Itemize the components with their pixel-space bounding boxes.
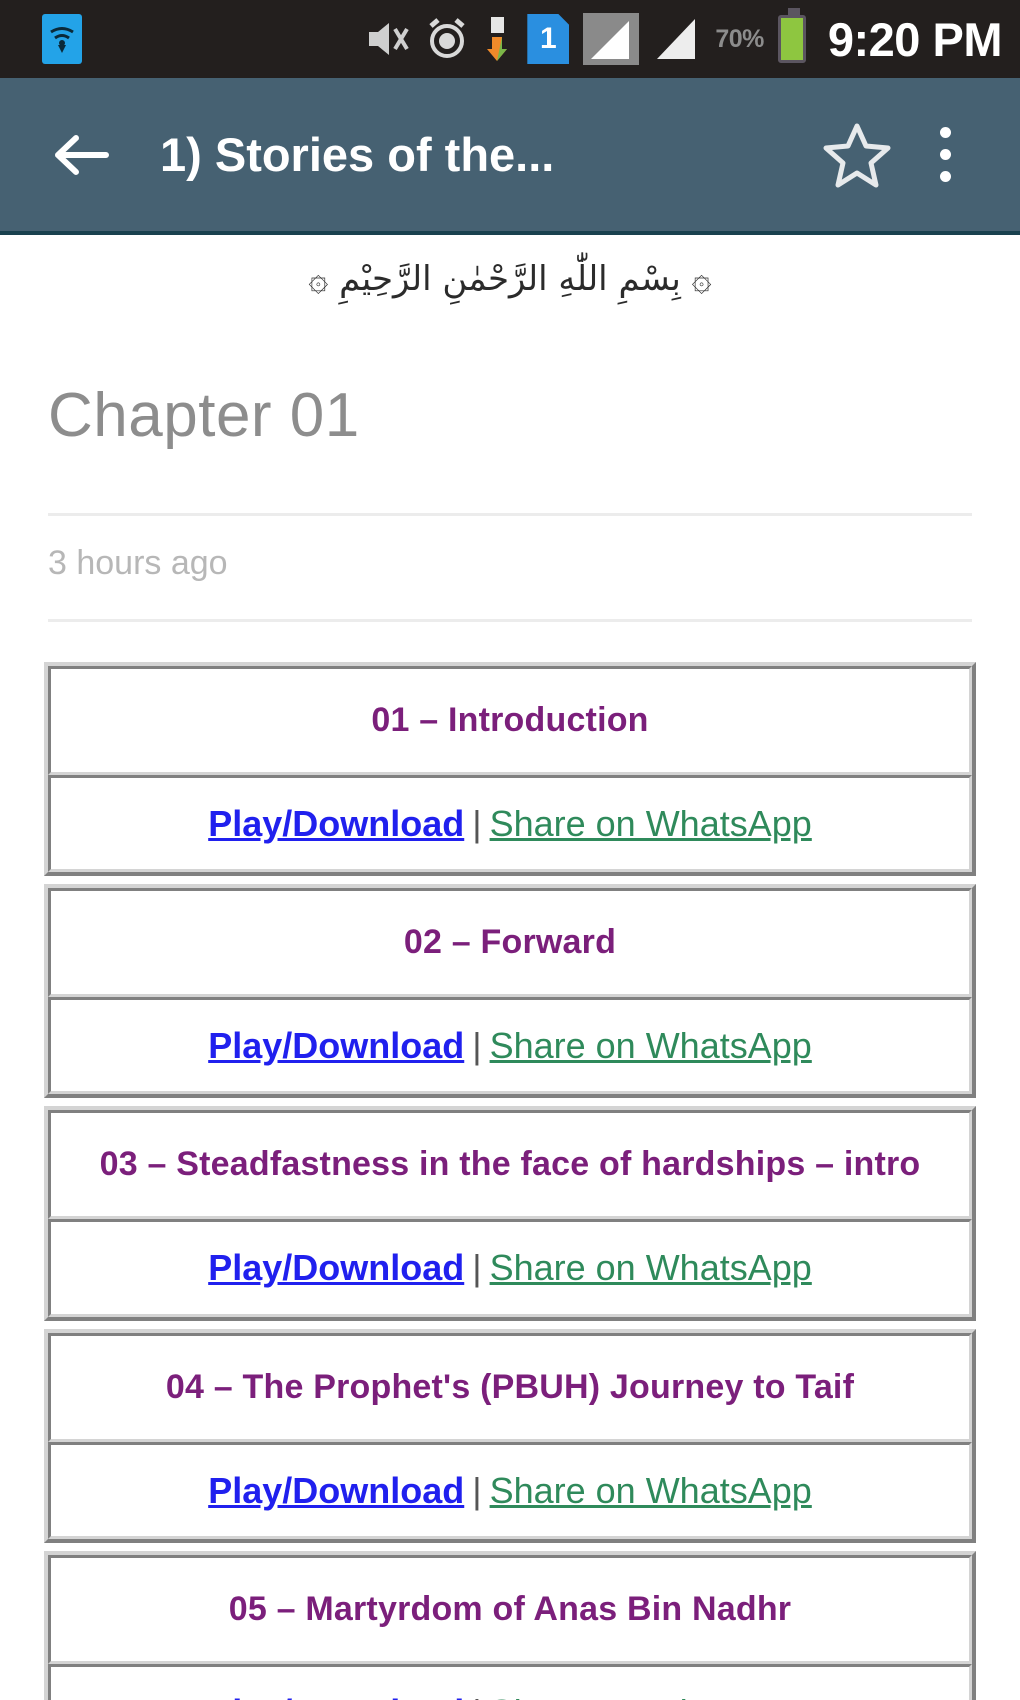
play-download-link[interactable]: Play/Download [208,1692,464,1700]
page-title: 1) Stories of the... [160,128,555,181]
table-row: Play/Download|Share on WhatsApp [48,774,972,873]
download-icon [483,15,513,63]
post-timestamp: 3 hours ago [48,543,228,582]
play-download-link[interactable]: Play/Download [208,803,464,844]
favorite-star-icon[interactable] [822,120,892,190]
signal-active-icon [653,15,701,63]
share-whatsapp-link[interactable]: Share on WhatsApp [490,1025,812,1066]
bismillah-text: ۞ بِسْمِ اللّٰهِ الرَّحْمٰنِ الرَّحِيْمِ… [308,259,712,299]
overflow-dot [939,171,951,182]
audio-title: 01 – Introduction [48,665,972,775]
status-bar-left [0,14,82,64]
link-separator: | [472,1247,482,1289]
alarm-icon [425,17,469,61]
app-bar: 1) Stories of the... [0,78,1020,235]
audio-title: 05 – Martyrdom of Anas Bin Nadhr [48,1554,972,1664]
audio-title: 02 – Forward [48,888,972,998]
sim-card-1-icon: 1 [527,14,570,64]
list-item: 04 – The Prophet's (PBUH) Journey to Tai… [44,1328,976,1543]
table-row: 02 – Forward [48,888,972,998]
overflow-dot [939,149,951,160]
table-row: 01 – Introduction [48,665,972,775]
page-content: ۞ بِسْمِ اللّٰهِ الرَّحْمٰنِ الرَّحِيْمِ… [0,235,1020,1700]
table-row: Play/Download|Share on WhatsApp [48,1663,972,1700]
table-row: Play/Download|Share on WhatsApp [48,1219,972,1317]
table-row: 05 – Martyrdom of Anas Bin Nadhr [48,1554,972,1664]
play-download-link[interactable]: Play/Download [208,1470,464,1511]
wifi-calling-icon [42,14,82,64]
mute-icon [365,19,411,59]
play-download-link[interactable]: Play/Download [208,1025,464,1066]
share-whatsapp-link[interactable]: Share on WhatsApp [490,803,812,844]
clock-label: 9:20 PM [827,12,1003,66]
play-download-link[interactable]: Play/Download [208,1247,464,1288]
back-arrow-icon[interactable] [50,124,112,186]
audio-actions: Play/Download|Share on WhatsApp [48,997,972,1095]
overflow-dot [939,127,951,138]
audio-actions: Play/Download|Share on WhatsApp [48,1663,972,1700]
table-row: Play/Download|Share on WhatsApp [48,1441,972,1539]
list-item: 03 – Steadfastness in the face of hardsh… [44,1106,976,1321]
table-row: 03 – Steadfastness in the face of hardsh… [48,1110,972,1220]
table-row: 04 – The Prophet's (PBUH) Journey to Tai… [48,1332,972,1442]
audio-actions: Play/Download|Share on WhatsApp [48,1219,972,1317]
status-bar: 1 70% 9:20 PM [0,0,1020,78]
audio-actions: Play/Download|Share on WhatsApp [48,774,972,873]
status-bar-right: 1 70% 9:20 PM [365,8,1020,67]
battery-percent-label: 70% [715,24,764,53]
signal-inactive-icon [583,13,640,65]
share-whatsapp-link[interactable]: Share on WhatsApp [490,1247,812,1288]
overflow-menu-icon[interactable] [938,127,952,182]
timestamp-divider [48,618,972,622]
list-item: 02 – Forward Play/Download | Share on What… [44,884,976,1099]
audio-actions: Play/Download|Share on WhatsApp [48,1441,972,1539]
audio-title: 04 – The Prophet's (PBUH) Journey to Tai… [48,1332,972,1442]
link-separator: | [472,1469,482,1511]
table-row: Play/Download|Share on WhatsApp [48,997,972,1095]
list-item: 05 – Martyrdom of Anas Bin Nadhr Play/Do… [44,1550,976,1700]
share-whatsapp-link[interactable]: Share on WhatsApp [490,1470,812,1511]
audio-title: 03 – Steadfastness in the face of hardsh… [48,1110,972,1220]
link-separator: | [472,1025,482,1067]
list-item: 01 – Introduction Play/Download | Share on… [44,661,976,877]
share-whatsapp-link[interactable]: Share on WhatsApp [490,1692,812,1700]
link-separator: | [464,1692,489,1700]
link-separator: | [472,802,482,844]
battery-icon [777,8,806,63]
audio-item-list: 01 – Introduction Play/Download | Share on… [44,661,976,1700]
chapter-heading: Chapter 01 [48,380,360,450]
heading-divider [48,512,972,516]
